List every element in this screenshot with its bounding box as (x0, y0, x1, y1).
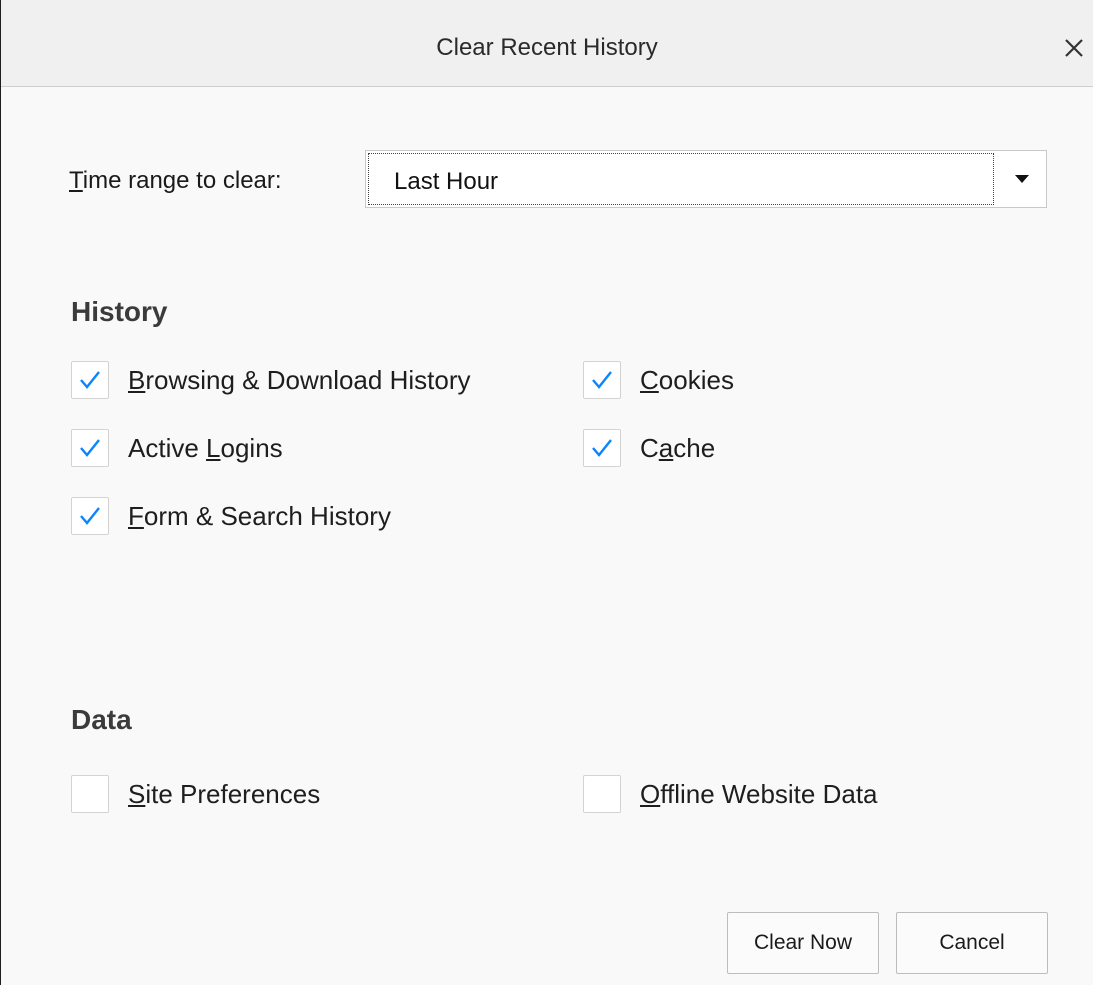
checkbox-label: Active Logins (128, 432, 283, 463)
checkbox-label: Site Preferences (128, 778, 321, 809)
close-icon (1065, 39, 1083, 57)
checkbox[interactable] (71, 429, 109, 467)
checkmark-icon (80, 439, 100, 457)
time-range-label: Time range to clear: (69, 167, 282, 194)
time-range-select[interactable]: Last Hour (365, 150, 1047, 208)
checkbox-cache[interactable]: Cache (583, 428, 715, 468)
checkbox[interactable] (71, 775, 109, 813)
checkbox-label: Form & Search History (128, 500, 391, 531)
checkbox[interactable] (71, 497, 109, 535)
checkbox-browsing-history[interactable]: Browsing & Download History (71, 360, 470, 400)
cancel-button[interactable]: Cancel (896, 912, 1048, 974)
checkmark-icon (80, 507, 100, 525)
checkmark-icon (80, 371, 100, 389)
checkbox-label: Cookies (640, 364, 734, 395)
clear-history-dialog: Clear Recent History Time range to clear… (0, 0, 1093, 985)
history-heading: History (71, 296, 168, 327)
title-bar: Clear Recent History (1, 0, 1093, 87)
checkbox-label: Browsing & Download History (128, 364, 471, 395)
close-button[interactable] (1055, 28, 1093, 68)
dropdown-arrow[interactable] (998, 151, 1046, 207)
data-heading: Data (71, 704, 132, 735)
time-range-row: Time range to clear: Last Hour (69, 150, 1049, 208)
checkbox[interactable] (71, 361, 109, 399)
checkbox-form-search-history[interactable]: Form & Search History (71, 496, 391, 536)
checkbox-cookies[interactable]: Cookies (583, 360, 734, 400)
checkmark-icon (592, 439, 612, 457)
clear-now-button[interactable]: Clear Now (727, 912, 879, 974)
dialog-title: Clear Recent History (436, 34, 658, 61)
checkbox[interactable] (583, 775, 621, 813)
time-range-value: Last Hour (394, 168, 499, 195)
checkbox-active-logins[interactable]: Active Logins (71, 428, 283, 468)
checkbox-site-preferences[interactable]: Site Preferences (71, 774, 320, 814)
checkbox-label: Offline Website Data (640, 778, 878, 809)
chevron-down-icon (1015, 175, 1029, 183)
checkmark-icon (592, 371, 612, 389)
checkbox[interactable] (583, 361, 621, 399)
checkbox-label: Cache (640, 432, 716, 463)
checkbox[interactable] (583, 429, 621, 467)
checkbox-offline-website-data[interactable]: Offline Website Data (583, 774, 878, 814)
